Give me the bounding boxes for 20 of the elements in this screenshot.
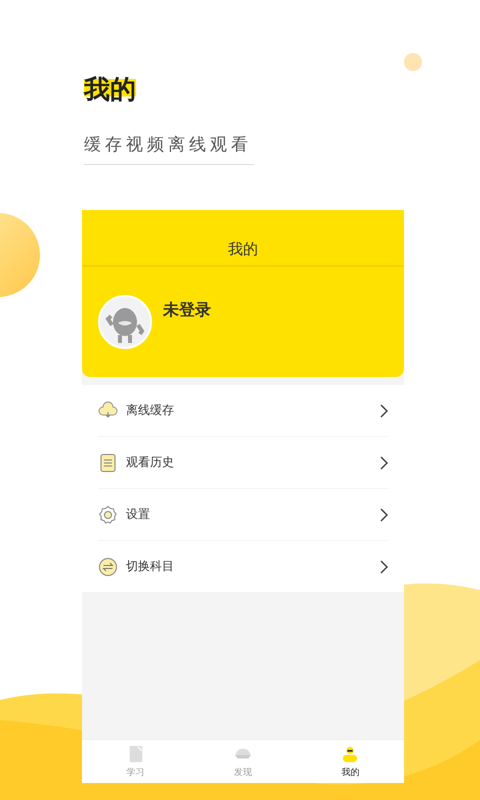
chevron-icon [380,560,388,574]
menu-item[interactable]: 观看历史 [126,454,380,471]
login-status[interactable]: 未登录 [163,300,211,321]
avatar[interactable] [98,295,152,349]
chevron-icon [380,404,388,418]
book-icon [126,744,145,762]
document-icon [98,452,118,472]
person-icon [341,744,360,762]
tab[interactable]: 我的 [296,740,404,783]
decorative-dot [404,53,422,71]
menu-item[interactable]: 切换科目 [126,558,380,575]
chevron-icon [380,456,388,470]
chevron-icon [380,508,388,522]
menu-item[interactable]: 离线缓存 [126,402,380,419]
menu-item[interactable]: 设置 [126,506,380,523]
page-title: 我的 [82,210,404,267]
swap-icon [98,556,118,576]
cloud-icon [98,400,118,420]
promo-subtitle: 缓存视频离线观看 [84,133,254,165]
settings-icon [98,504,118,524]
